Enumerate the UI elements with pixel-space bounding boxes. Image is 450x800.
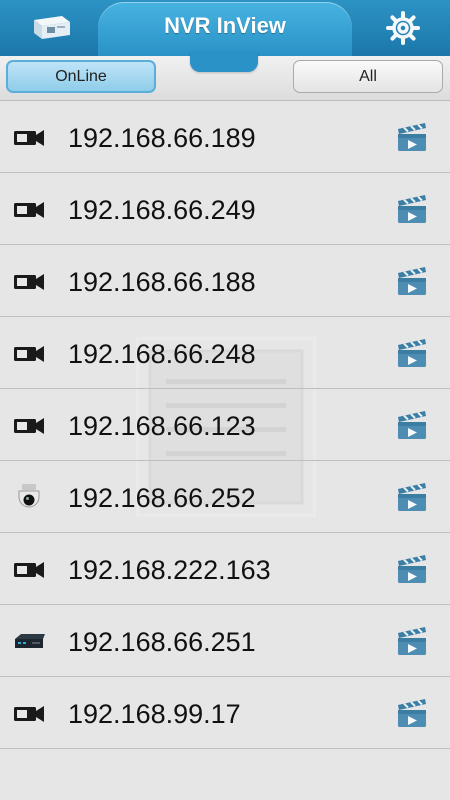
device-row[interactable]: 192.168.66.248 [0,317,450,389]
play-video-icon[interactable] [396,193,428,225]
device-ip: 192.168.66.251 [68,627,256,657]
nvr-device-icon[interactable] [28,12,72,42]
device-row[interactable]: 192.168.66.252 [0,461,450,533]
play-video-icon[interactable] [396,409,428,441]
device-ip: 192.168.66.123 [68,411,256,441]
device-row[interactable]: 192.168.66.189 [0,101,450,173]
nvr-recorder-icon [15,634,45,648]
device-row[interactable]: 192.168.66.249 [0,173,450,245]
device-row[interactable]: 192.168.66.188 [0,245,450,317]
gear-icon[interactable] [386,11,420,45]
app-header: NVR InView [0,0,450,56]
device-ip: 192.168.66.188 [68,267,256,297]
device-ip: 192.168.99.17 [68,699,241,729]
camera-icon [14,706,44,722]
device-list: 192.168.66.189 192.168.66.249 192.168.66… [0,101,450,749]
device-ip: 192.168.66.189 [68,123,256,153]
all-filter-button[interactable]: All [293,60,443,93]
camera-icon [14,130,44,146]
play-video-icon[interactable] [396,553,428,585]
device-ip: 192.168.66.249 [68,195,256,225]
dome-camera-icon [18,484,40,508]
app-title: NVR InView [164,13,286,38]
play-video-icon[interactable] [396,625,428,657]
camera-icon [14,562,44,578]
device-row[interactable]: 192.168.66.251 [0,605,450,677]
header-notch [190,52,258,72]
play-video-icon[interactable] [396,121,428,153]
camera-icon [14,202,44,218]
camera-icon [14,346,44,362]
device-ip: 192.168.222.163 [68,555,271,585]
play-video-icon[interactable] [396,337,428,369]
device-ip: 192.168.66.248 [68,339,256,369]
play-video-icon[interactable] [396,697,428,729]
device-row[interactable]: 192.168.66.123 [0,389,450,461]
play-video-icon[interactable] [396,481,428,513]
device-row[interactable]: 192.168.99.17 [0,677,450,749]
play-video-icon[interactable] [396,265,428,297]
camera-icon [14,274,44,290]
online-filter-button[interactable]: OnLine [6,60,156,93]
camera-icon [14,418,44,434]
device-row[interactable]: 192.168.222.163 [0,533,450,605]
device-ip: 192.168.66.252 [68,483,256,513]
